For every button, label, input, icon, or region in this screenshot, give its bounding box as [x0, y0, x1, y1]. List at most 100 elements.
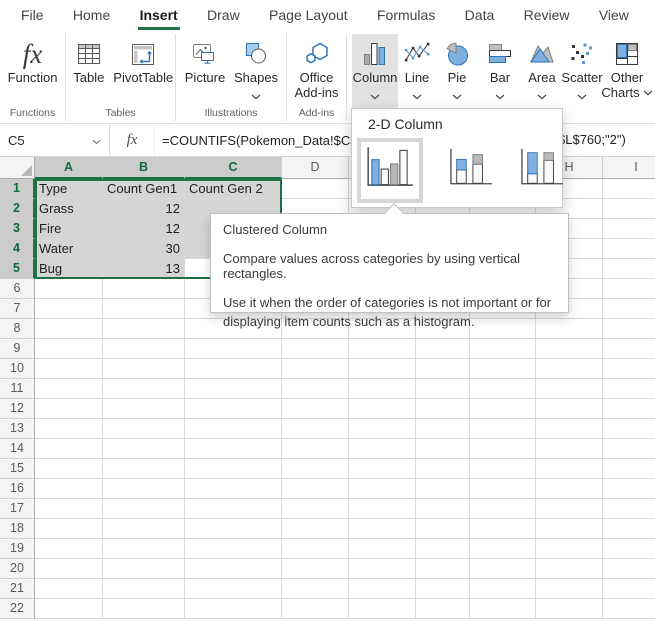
cell-B1[interactable]: Count Gen1 [103, 179, 185, 199]
cell-A3[interactable]: Fire [35, 219, 103, 239]
cell-E21[interactable] [349, 579, 416, 599]
insert-function-button[interactable]: fx [110, 124, 155, 156]
cell-G11[interactable] [470, 379, 536, 399]
cell-E20[interactable] [349, 559, 416, 579]
scatter-chart-button[interactable]: Scatter [562, 34, 602, 108]
cell-D20[interactable] [282, 559, 349, 579]
cell-B21[interactable] [103, 579, 185, 599]
cell-I2[interactable] [603, 199, 655, 219]
cell-H12[interactable] [536, 399, 603, 419]
cell-F9[interactable] [416, 339, 470, 359]
cell-B17[interactable] [103, 499, 185, 519]
cell-G9[interactable] [470, 339, 536, 359]
cell-F18[interactable] [416, 519, 470, 539]
cell-C12[interactable] [185, 399, 282, 419]
row-header-4[interactable]: 4 [0, 239, 35, 259]
tab-draw[interactable]: Draw [205, 7, 242, 30]
chart-option-100-stacked-column[interactable] [511, 140, 573, 201]
cell-H20[interactable] [536, 559, 603, 579]
cell-C19[interactable] [185, 539, 282, 559]
name-box[interactable]: C5 [0, 124, 110, 156]
cell-H17[interactable] [536, 499, 603, 519]
cell-C18[interactable] [185, 519, 282, 539]
cell-D1[interactable] [282, 179, 349, 199]
cell-I15[interactable] [603, 459, 655, 479]
cell-E11[interactable] [349, 379, 416, 399]
cell-I8[interactable] [603, 319, 655, 339]
cell-A11[interactable] [35, 379, 103, 399]
cell-C13[interactable] [185, 419, 282, 439]
tab-data[interactable]: Data [463, 7, 497, 30]
cell-A21[interactable] [35, 579, 103, 599]
cell-A2[interactable]: Grass [35, 199, 103, 219]
cell-G15[interactable] [470, 459, 536, 479]
cell-F16[interactable] [416, 479, 470, 499]
cell-B6[interactable] [103, 279, 185, 299]
column-header-A[interactable]: A [35, 157, 103, 179]
other-charts-button[interactable]: Other Charts [602, 34, 652, 108]
cell-I3[interactable] [603, 219, 655, 239]
pie-chart-button[interactable]: Pie [436, 34, 478, 108]
cell-H16[interactable] [536, 479, 603, 499]
cell-F21[interactable] [416, 579, 470, 599]
cell-A15[interactable] [35, 459, 103, 479]
cell-C17[interactable] [185, 499, 282, 519]
cell-F13[interactable] [416, 419, 470, 439]
cell-B19[interactable] [103, 539, 185, 559]
cell-I4[interactable] [603, 239, 655, 259]
cell-F17[interactable] [416, 499, 470, 519]
cell-A12[interactable] [35, 399, 103, 419]
cell-G13[interactable] [470, 419, 536, 439]
cell-F22[interactable] [416, 599, 470, 619]
cell-C20[interactable] [185, 559, 282, 579]
cell-A8[interactable] [35, 319, 103, 339]
cell-I21[interactable] [603, 579, 655, 599]
cell-F19[interactable] [416, 539, 470, 559]
cell-A14[interactable] [35, 439, 103, 459]
shapes-button[interactable]: Shapes [230, 34, 282, 108]
cell-D18[interactable] [282, 519, 349, 539]
row-header-12[interactable]: 12 [0, 399, 35, 419]
cell-G12[interactable] [470, 399, 536, 419]
cell-I6[interactable] [603, 279, 655, 299]
table-button[interactable]: Table [66, 34, 112, 108]
row-header-16[interactable]: 16 [0, 479, 35, 499]
cell-B18[interactable] [103, 519, 185, 539]
cell-I9[interactable] [603, 339, 655, 359]
cell-E13[interactable] [349, 419, 416, 439]
cell-H21[interactable] [536, 579, 603, 599]
chart-option-clustered-column[interactable] [357, 138, 423, 203]
cell-A19[interactable] [35, 539, 103, 559]
cell-A17[interactable] [35, 499, 103, 519]
cell-C11[interactable] [185, 379, 282, 399]
cell-B11[interactable] [103, 379, 185, 399]
select-all-button[interactable] [0, 157, 35, 179]
cell-D13[interactable] [282, 419, 349, 439]
cell-D11[interactable] [282, 379, 349, 399]
cell-A4[interactable]: Water [35, 239, 103, 259]
cell-B2[interactable]: 12 [103, 199, 185, 219]
row-header-19[interactable]: 19 [0, 539, 35, 559]
cell-I19[interactable] [603, 539, 655, 559]
row-header-9[interactable]: 9 [0, 339, 35, 359]
cell-I10[interactable] [603, 359, 655, 379]
row-header-10[interactable]: 10 [0, 359, 35, 379]
cell-A9[interactable] [35, 339, 103, 359]
cell-B3[interactable]: 12 [103, 219, 185, 239]
column-chart-button[interactable]: Column [352, 34, 398, 108]
cell-I11[interactable] [603, 379, 655, 399]
cell-I5[interactable] [603, 259, 655, 279]
office-addins-button[interactable]: Office Add-ins [288, 34, 346, 108]
cell-C10[interactable] [185, 359, 282, 379]
area-chart-button[interactable]: Area [522, 34, 562, 108]
cell-B14[interactable] [103, 439, 185, 459]
row-header-3[interactable]: 3 [0, 219, 35, 239]
row-header-21[interactable]: 21 [0, 579, 35, 599]
cell-E19[interactable] [349, 539, 416, 559]
cell-I20[interactable] [603, 559, 655, 579]
row-header-2[interactable]: 2 [0, 199, 35, 219]
cell-E10[interactable] [349, 359, 416, 379]
cell-D9[interactable] [282, 339, 349, 359]
bar-chart-button[interactable]: Bar [478, 34, 522, 108]
line-chart-button[interactable]: Line [398, 34, 436, 108]
